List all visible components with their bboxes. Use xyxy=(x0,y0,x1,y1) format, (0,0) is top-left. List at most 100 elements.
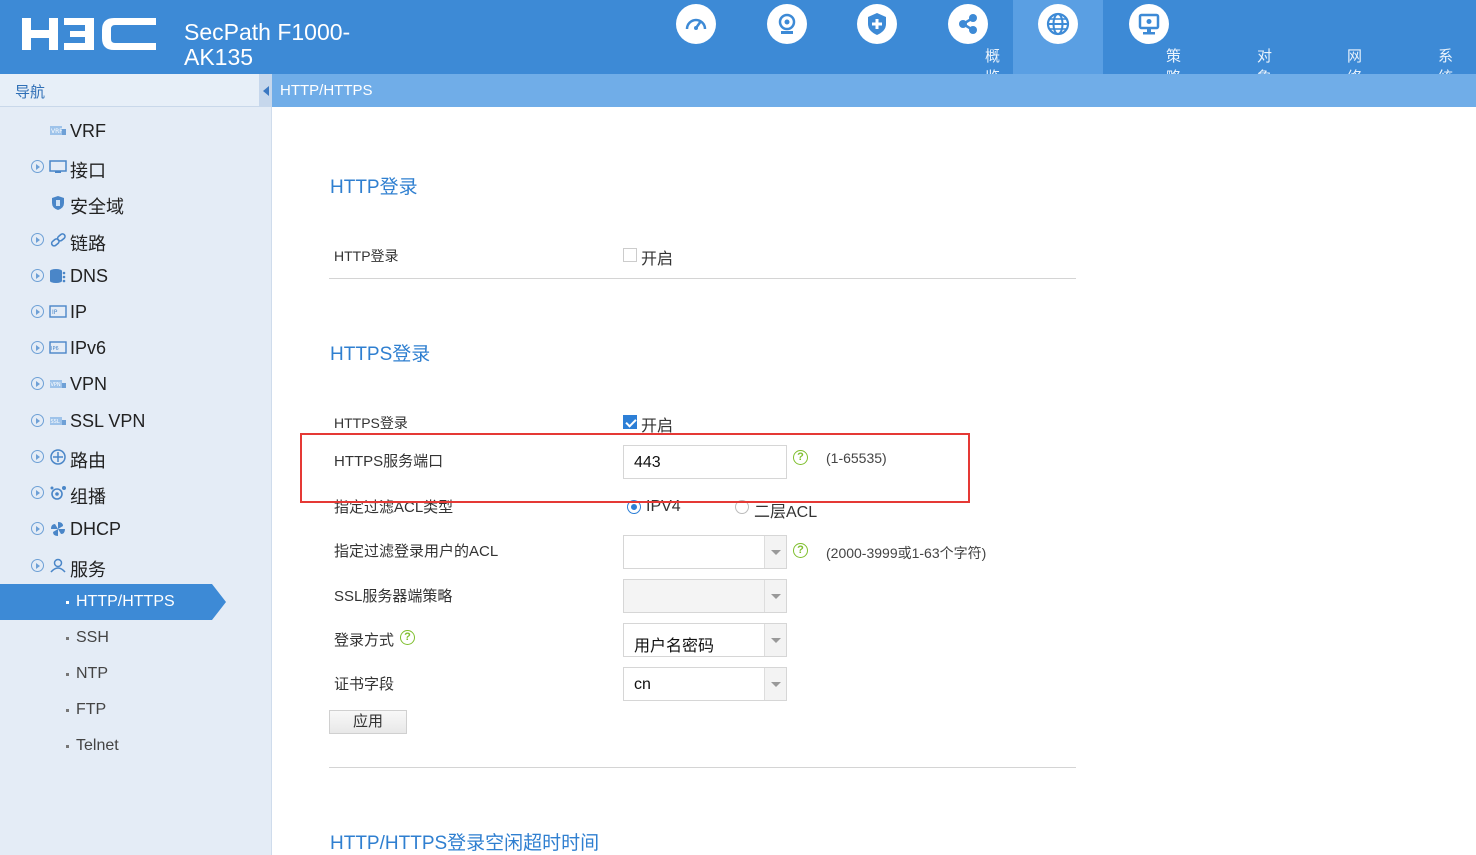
user-acl-label: 指定过滤登录用户的ACL xyxy=(334,543,499,560)
chevron-down-icon[interactable] xyxy=(764,624,786,656)
tab-monitor[interactable]: 监控 xyxy=(742,0,1091,86)
chevron-down-icon[interactable] xyxy=(764,580,786,612)
expand-icon[interactable] xyxy=(31,269,44,282)
svg-text:IP: IP xyxy=(52,309,58,316)
bullet xyxy=(66,745,69,748)
chevron-down-icon[interactable] xyxy=(764,668,786,700)
divider xyxy=(329,278,1076,279)
bullet xyxy=(66,709,69,712)
expand-icon[interactable] xyxy=(31,559,44,572)
multicast-icon xyxy=(50,486,66,500)
tab-overview[interactable]: 概览 xyxy=(651,0,1000,86)
acl-type-label: 指定过滤ACL类型 xyxy=(334,499,454,516)
https-enable-label: 开启 xyxy=(641,418,674,435)
sidebar-item-vpn[interactable]: VPN VPN xyxy=(0,368,272,400)
https-port-input[interactable]: 443 xyxy=(623,445,787,479)
expand-icon[interactable] xyxy=(31,160,44,173)
expand-icon[interactable] xyxy=(31,522,44,535)
sidebar-item-security-zone[interactable]: 安全域 xyxy=(0,187,272,219)
globe-icon xyxy=(1038,4,1078,44)
expand-icon[interactable] xyxy=(31,377,44,390)
help-icon[interactable]: ? xyxy=(793,543,808,558)
sidebar-item-telnet[interactable]: Telnet xyxy=(0,729,272,763)
cert-field-select[interactable]: cn xyxy=(623,667,787,701)
tab-policy[interactable]: 策略 xyxy=(832,0,1181,86)
ssl-policy-select[interactable] xyxy=(623,579,787,613)
product-name: SecPath F1000- AK135 xyxy=(184,20,350,70)
expand-icon[interactable] xyxy=(31,486,44,499)
https-port-hint: (1-65535) xyxy=(826,450,887,466)
dhcp-icon xyxy=(51,522,65,536)
collapse-sidebar-button[interactable] xyxy=(259,74,272,107)
sidebar-item-label: 安全域 xyxy=(70,197,124,217)
security-zone-icon xyxy=(52,196,64,210)
expand-icon[interactable] xyxy=(31,341,44,354)
sidebar-item-dns[interactable]: DNS xyxy=(0,260,272,292)
expand-icon[interactable] xyxy=(31,414,44,427)
acl-type-l2-radio[interactable] xyxy=(735,500,749,514)
sidebar: VRF VRF 接口 安全域 链路 DNS IP IP IP6 IPv6 VPN… xyxy=(0,107,272,855)
sidebar-item-label: 链路 xyxy=(70,234,106,254)
dns-icon xyxy=(50,269,66,283)
help-icon[interactable]: ? xyxy=(400,630,415,645)
tab-network[interactable]: 网络 xyxy=(1013,0,1362,86)
sidebar-item-label: VPN xyxy=(70,374,108,394)
https-port-label: HTTPS服务端口 xyxy=(334,453,444,470)
sidebar-item-ip[interactable]: IP IP xyxy=(0,296,272,328)
divider xyxy=(329,767,1076,768)
nav-title-bar: 导航 xyxy=(0,74,272,107)
https-section-title: HTTPS登录 xyxy=(330,344,431,365)
sidebar-item-ssh[interactable]: SSH xyxy=(0,621,272,655)
sidebar-item-link[interactable]: 链路 xyxy=(0,224,272,256)
user-acl-combobox[interactable] xyxy=(623,535,787,569)
sidebar-item-vrf[interactable]: VRF VRF xyxy=(0,115,272,147)
apply-button[interactable]: 应用 xyxy=(329,710,407,734)
chevron-down-icon[interactable] xyxy=(764,536,786,568)
login-method-label: 登录方式 xyxy=(334,632,395,649)
http-login-label: HTTP登录 xyxy=(334,248,399,264)
gauge-icon xyxy=(676,4,716,44)
monitor-icon xyxy=(1129,4,1169,44)
shield-plus-icon xyxy=(857,4,897,44)
share-nodes-icon xyxy=(948,4,988,44)
vpn-icon: VPN xyxy=(50,380,66,388)
sidebar-item-label: 接口 xyxy=(70,161,106,181)
acl-type-l2-label: 二层ACL xyxy=(754,504,818,521)
sidebar-item-interface[interactable]: 接口 xyxy=(0,151,272,183)
sidebar-item-ftp[interactable]: FTP xyxy=(0,693,272,727)
sidebar-item-route[interactable]: 路由 xyxy=(0,441,272,473)
login-method-value: 用户名密码 xyxy=(634,638,715,655)
tab-system[interactable]: 系统 xyxy=(1104,0,1453,86)
route-icon xyxy=(50,449,66,465)
cert-field-label: 证书字段 xyxy=(334,676,395,693)
sidebar-item-ipv6[interactable]: IP6 IPv6 xyxy=(0,332,272,364)
timeout-section-title: HTTP/HTTPS登录空闲超时时间 xyxy=(330,833,600,854)
expand-icon[interactable] xyxy=(31,305,44,318)
login-method-select[interactable]: 用户名密码 xyxy=(623,623,787,657)
sidebar-item-ntp[interactable]: NTP xyxy=(0,657,272,691)
expand-icon[interactable] xyxy=(31,233,44,246)
tab-object[interactable]: 对象 xyxy=(923,0,1272,86)
bullet xyxy=(66,673,69,676)
svg-text:VRF: VRF xyxy=(51,128,63,135)
sidebar-item-label: IPv6 xyxy=(70,338,107,358)
acl-type-ipv4-radio[interactable] xyxy=(627,500,641,514)
sidebar-item-ssl-vpn[interactable]: SSL SSL VPN xyxy=(0,405,272,437)
expand-icon[interactable] xyxy=(31,450,44,463)
https-enable-checkbox[interactable] xyxy=(623,415,637,429)
sidebar-item-label: 路由 xyxy=(70,451,106,471)
sidebar-item-label: VRF xyxy=(70,121,106,141)
sidebar-item-label: IP xyxy=(70,302,88,322)
svg-text:VPN: VPN xyxy=(51,382,61,388)
bullet xyxy=(66,637,69,640)
help-icon[interactable]: ? xyxy=(793,450,808,465)
sidebar-item-multicast[interactable]: 组播 xyxy=(0,477,272,509)
sidebar-item-service[interactable]: 服务 xyxy=(0,550,272,582)
http-enable-checkbox[interactable] xyxy=(623,248,637,262)
sidebar-item-http-https[interactable]: HTTP/HTTPS xyxy=(0,584,272,620)
sidebar-item-label: HTTP/HTTPS xyxy=(76,593,175,610)
sidebar-item-label: 服务 xyxy=(70,560,106,580)
http-enable-label: 开启 xyxy=(641,251,674,268)
sidebar-item-dhcp[interactable]: DHCP xyxy=(0,513,272,545)
ip-icon: IP xyxy=(49,305,67,318)
